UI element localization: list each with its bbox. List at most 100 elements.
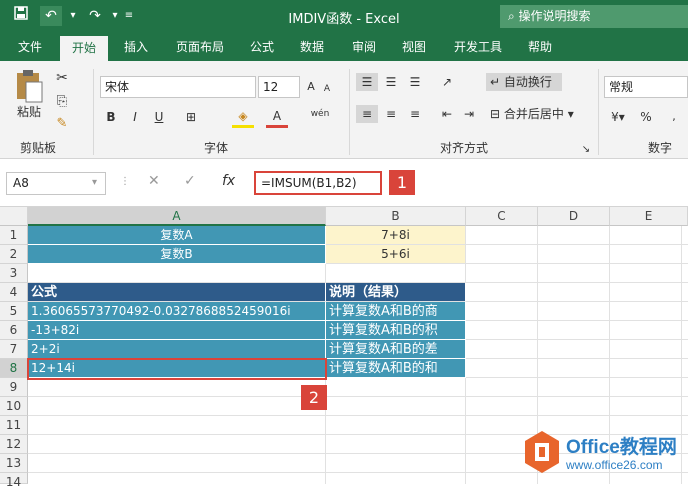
font-size-select[interactable]: 12 — [258, 76, 300, 98]
row-header[interactable]: 12 — [0, 435, 28, 454]
chevron-down-icon: ▾ — [563, 107, 574, 121]
cell-a3[interactable] — [28, 264, 326, 283]
callout-badge-2: 2 — [301, 385, 327, 410]
cell-a2[interactable]: 复数B — [28, 245, 326, 264]
row-header[interactable]: 2 — [0, 245, 28, 264]
row-header[interactable]: 13 — [0, 454, 28, 473]
tab-data[interactable]: 数据 — [292, 33, 332, 61]
empty-cells[interactable] — [28, 378, 466, 484]
row-header[interactable]: 10 — [0, 397, 28, 416]
search-label: 操作说明搜索 — [518, 9, 591, 23]
row-header[interactable]: 6 — [0, 321, 28, 340]
row-header[interactable]: 14 — [0, 473, 28, 489]
cell-b5[interactable]: 计算复数A和B的商 — [326, 302, 466, 321]
logo-url: www.office26.com — [566, 458, 663, 472]
cell-b1[interactable]: 7+8i — [326, 226, 466, 245]
column-header-e[interactable]: E — [610, 207, 688, 226]
paste-button[interactable]: 粘贴 — [12, 103, 46, 121]
row-header[interactable]: 5 — [0, 302, 28, 321]
align-left-icon[interactable]: ≡ — [356, 105, 378, 123]
tab-view[interactable]: 视图 — [394, 33, 434, 61]
select-all-corner[interactable] — [0, 207, 28, 226]
row-header[interactable]: 7 — [0, 340, 28, 359]
bold-button[interactable]: B — [104, 108, 118, 126]
column-header-a[interactable]: A — [28, 207, 326, 226]
font-group-label: 字体 — [204, 141, 229, 155]
font-color-icon[interactable]: A — [266, 107, 288, 128]
cell-a6[interactable]: -13+82i — [28, 321, 326, 340]
align-right-icon[interactable]: ≡ — [404, 105, 426, 123]
comma-style-icon[interactable]: , — [662, 108, 686, 126]
fill-color-icon[interactable]: ◈ — [232, 107, 254, 128]
row-header[interactable]: 11 — [0, 416, 28, 435]
cell-b6[interactable]: 计算复数A和B的积 — [326, 321, 466, 340]
tab-help[interactable]: 帮助 — [520, 33, 560, 61]
tab-home[interactable]: 开始 — [60, 36, 108, 61]
column-header-c[interactable]: C — [466, 207, 538, 226]
number-format-select[interactable]: 常规 — [604, 76, 688, 98]
italic-button[interactable]: I — [128, 108, 142, 126]
cell-a7[interactable]: 2+2i — [28, 340, 326, 359]
column-header-d[interactable]: D — [538, 207, 610, 226]
cell-b3[interactable] — [326, 264, 466, 283]
tab-insert[interactable]: 插入 — [116, 33, 156, 61]
cell-b7[interactable]: 计算复数A和B的差 — [326, 340, 466, 359]
cell-b2[interactable]: 5+6i — [326, 245, 466, 264]
underline-button[interactable]: U — [152, 108, 166, 126]
clipboard-group-label: 剪贴板 — [20, 141, 57, 155]
tab-formulas[interactable]: 公式 — [242, 33, 282, 61]
orientation-icon[interactable]: ↗ — [436, 73, 458, 91]
phonetic-button[interactable]: wén — [308, 105, 332, 123]
row-header[interactable]: 9 — [0, 378, 28, 397]
align-middle-icon[interactable]: ☰ — [380, 73, 402, 91]
tab-file[interactable]: 文件 — [10, 33, 50, 61]
shrink-font-icon[interactable]: A — [320, 80, 334, 98]
wrap-text-button[interactable]: ↵ 自动换行 — [486, 73, 562, 91]
align-top-icon[interactable]: ☰ — [356, 73, 378, 91]
column-header-b[interactable]: B — [326, 207, 466, 226]
row-header[interactable]: 1 — [0, 226, 28, 245]
row-header[interactable]: 4 — [0, 283, 28, 302]
cancel-icon[interactable]: ✕ — [148, 173, 160, 189]
enter-icon[interactable]: ✓ — [184, 173, 196, 189]
active-cell-highlight — [27, 358, 327, 380]
cell-a5[interactable]: 1.36065573770492-0.0327868852459016i — [28, 302, 326, 321]
merge-center-button[interactable]: ⊟ 合并后居中 ▾ — [486, 105, 586, 123]
outdent-icon[interactable]: ⇥ — [458, 105, 480, 123]
insert-function-icon[interactable]: fx — [222, 173, 235, 189]
cell-b8[interactable]: 计算复数A和B的和 — [326, 359, 466, 378]
divider — [465, 378, 466, 484]
currency-icon[interactable]: ¥▾ — [606, 108, 630, 126]
cell-b4[interactable]: 说明（结果） — [326, 283, 466, 302]
indent-icon[interactable]: ⇤ — [436, 105, 458, 123]
merge-label: 合并后居中 — [503, 107, 564, 121]
search-box[interactable]: ⌕ 操作说明搜索 — [500, 5, 688, 28]
cell-a1[interactable]: 复数A — [28, 226, 326, 245]
name-box[interactable]: A8 — [6, 172, 106, 195]
chevron-down-icon[interactable]: ▾ — [92, 177, 97, 188]
align-center-icon[interactable]: ≡ — [380, 105, 402, 123]
divider — [349, 69, 350, 155]
grow-font-icon[interactable]: A — [304, 78, 318, 96]
tab-review[interactable]: 审阅 — [344, 33, 384, 61]
cell-a4[interactable]: 公式 — [28, 283, 326, 302]
merge-icon: ⊟ — [490, 107, 504, 121]
tab-developer[interactable]: 开发工具 — [446, 33, 510, 61]
office-logo-icon — [525, 431, 559, 473]
font-name-select[interactable]: 宋体 — [100, 76, 256, 98]
wrap-text-icon: ↵ — [490, 75, 504, 89]
cut-icon[interactable]: ✂ — [52, 69, 72, 87]
dialog-launcher-icon[interactable]: ↘ — [580, 141, 592, 159]
alignment-group-label: 对齐方式 — [440, 141, 489, 155]
tab-page-layout[interactable]: 页面布局 — [168, 33, 232, 61]
row-header[interactable]: 8 — [0, 359, 28, 378]
format-painter-icon[interactable]: ✎ — [52, 115, 72, 133]
title-bar: ↶ ▾ ↷ ▾ ≡ IMDIV函数 - Excel ⌕ 操作说明搜索 — [0, 0, 688, 33]
copy-icon[interactable]: ⎘ — [52, 93, 72, 111]
more-icon: ⋮ — [120, 176, 130, 187]
row-header[interactable]: 3 — [0, 264, 28, 283]
formula-input[interactable]: =IMSUM(B1,B2) — [254, 171, 382, 195]
percent-button[interactable]: % — [638, 108, 654, 126]
align-bottom-icon[interactable]: ☰ — [404, 73, 426, 91]
borders-icon[interactable]: ⊞ — [180, 108, 202, 126]
